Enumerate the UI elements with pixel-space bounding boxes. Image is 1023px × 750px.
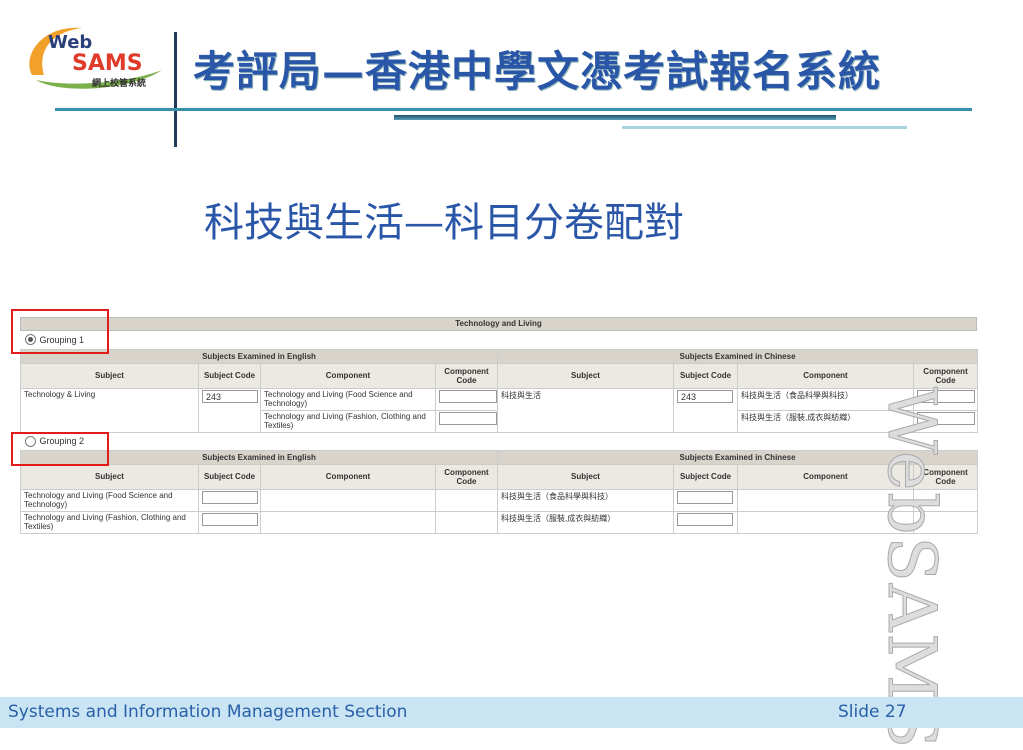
header-subject-zh: Subject: [497, 362, 674, 389]
g2-header-subject-code-zh: Subject Code: [673, 463, 738, 490]
websams-logo: Web SAMS 網上校管系統: [22, 20, 172, 100]
g1-subject-code-en-input[interactable]: 243: [202, 389, 258, 403]
g2-row1-subject-zh: 科技與生活（食品科學與科技）: [497, 488, 674, 512]
g1-component-2-en: Technology and Living (Fashion, Clothing…: [260, 409, 436, 433]
header-subject: Subject: [20, 362, 199, 389]
g2-header-subject-code: Subject Code: [198, 463, 261, 490]
g2-header-subject-zh: Subject: [497, 463, 674, 490]
title-rule-3: [622, 126, 907, 129]
g2-row2-subject-en: Technology and Living (Fashion, Clothing…: [20, 510, 199, 534]
section-chinese: Subjects Examined in Chinese: [496, 348, 979, 364]
g2-row2-code-zh-input[interactable]: [677, 512, 733, 526]
slide-title: 考評局—香港中學文憑考試報名系統: [193, 47, 882, 96]
g1-subject-en: Technology & Living: [20, 387, 199, 433]
logo-sams-text: SAMS: [72, 51, 143, 76]
g2-row2-subject-zh: 科技與生活（服裝,成衣與紡織）: [497, 510, 674, 534]
g1-component-code-1-en-input[interactable]: [439, 389, 497, 403]
g1-component-code-2-en-input[interactable]: [439, 411, 497, 425]
header-subject-code: Subject Code: [198, 362, 261, 389]
g2-row1-subject-en: Technology and Living (Food Science and …: [20, 488, 199, 512]
g1-subject-zh: 科技與生活: [497, 387, 674, 433]
slide-number: Slide 27: [838, 702, 907, 722]
g2-header-subject: Subject: [20, 463, 199, 490]
header-subject-code-zh: Subject Code: [673, 362, 738, 389]
table-caption: Technology and Living: [20, 317, 977, 331]
header-component: Component: [260, 362, 436, 389]
g2-row2-code-en-input[interactable]: [202, 512, 258, 526]
g2-header-component-code: Component Code: [435, 463, 498, 490]
footer-section-name: Systems and Information Management Secti…: [8, 702, 408, 722]
header-component-code: Component Code: [435, 362, 498, 389]
g1-subject-code-zh-input[interactable]: 243: [677, 389, 733, 403]
grouping-2-highlight: [11, 432, 109, 466]
websams-watermark: WebSAMS: [872, 386, 950, 750]
header-component-zh: Component: [737, 362, 914, 389]
grouping-table: Grouping 1 Subjects Examined in English …: [20, 331, 979, 534]
logo-chinese-text: 網上校管系統: [92, 77, 146, 89]
header-component-code-zh: Component Code: [912, 362, 979, 389]
title-rule-2: [394, 115, 836, 120]
slide-subtitle: 科技與生活—科目分卷配對: [204, 200, 684, 246]
grouping-1-highlight: [11, 309, 109, 354]
g2-row1-code-zh-input[interactable]: [677, 490, 733, 504]
title-rule-1: [55, 108, 972, 111]
g2-header-component: Component: [260, 463, 436, 490]
logo-web-text: Web: [48, 32, 92, 53]
g2-row1-code-en-input[interactable]: [202, 490, 258, 504]
g1-component-1-en: Technology and Living (Food Science and …: [260, 387, 436, 411]
title-divider: [174, 32, 177, 147]
component-mapping-panel: Technology and Living Grouping 1 Subject…: [20, 317, 979, 534]
